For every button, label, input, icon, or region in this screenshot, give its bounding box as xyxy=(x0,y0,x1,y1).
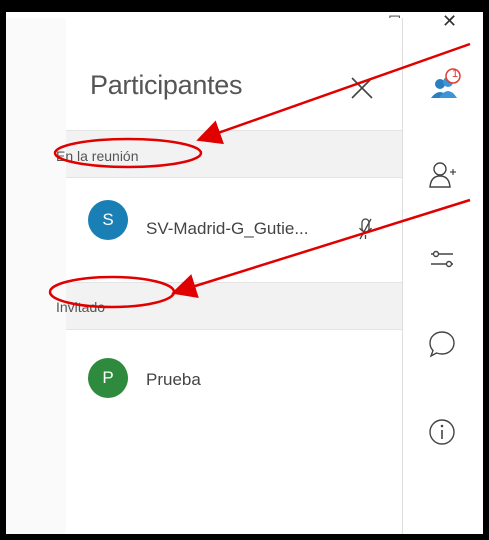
participants-badge: 1 xyxy=(451,68,459,80)
avatar: P xyxy=(88,358,128,398)
close-icon[interactable] xyxy=(350,76,374,100)
info-icon[interactable] xyxy=(428,418,456,446)
left-gutter xyxy=(6,18,66,534)
panel-divider xyxy=(402,18,403,534)
chat-icon[interactable] xyxy=(428,330,456,358)
window-close-button[interactable]: ✕ xyxy=(442,12,457,30)
settings-sliders-icon[interactable] xyxy=(428,245,456,273)
participant-name: SV-Madrid-G_Gutie... xyxy=(146,219,309,238)
section-in-meeting: En la reunión xyxy=(56,130,402,178)
window-top-border xyxy=(0,0,489,12)
panel-title: Participantes xyxy=(90,70,243,100)
section-label-invited: Invitado xyxy=(56,299,106,315)
add-person-icon[interactable] xyxy=(428,160,456,188)
section-invited: Invitado xyxy=(56,282,402,330)
section-label-in-meeting: En la reunión xyxy=(56,148,139,164)
mic-muted-icon[interactable] xyxy=(358,218,374,240)
avatar: S xyxy=(88,200,128,240)
participant-name: Prueba xyxy=(146,370,201,389)
